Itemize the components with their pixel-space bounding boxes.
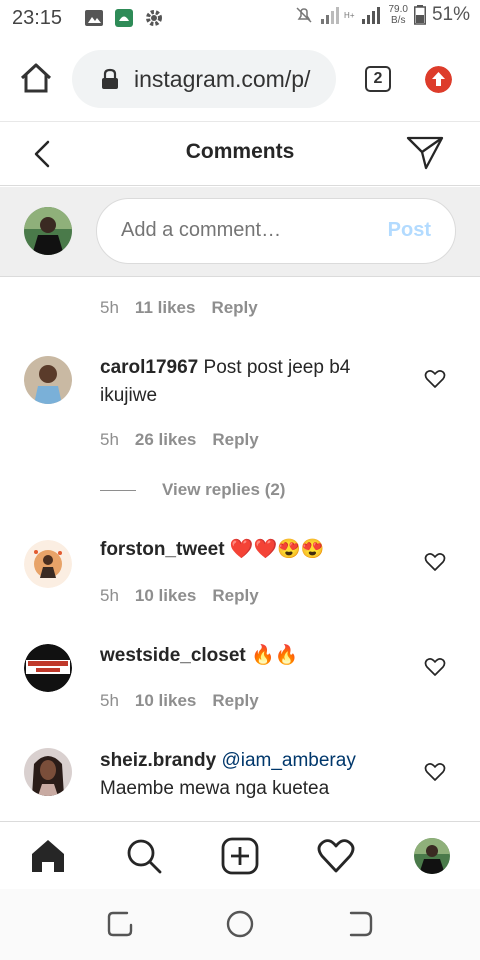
comment-username[interactable]: westside_closet	[100, 645, 246, 666]
update-icon[interactable]	[425, 66, 452, 93]
home-icon[interactable]	[18, 60, 54, 96]
gallery-icon	[85, 10, 103, 26]
comment-likes[interactable]: 11 likes	[135, 298, 196, 318]
net-speed: 79.0 B/s	[388, 4, 408, 26]
back-nav-icon[interactable]	[345, 909, 375, 939]
profile-tab-avatar[interactable]	[414, 838, 450, 874]
add-comment-bar: Post	[0, 187, 480, 277]
view-replies-button[interactable]: View replies (2)	[100, 480, 285, 500]
reply-button[interactable]: Reply	[212, 586, 258, 606]
home-circle-icon[interactable]	[225, 909, 255, 939]
avatar[interactable]	[24, 540, 72, 588]
reply-button[interactable]: Reply	[212, 430, 258, 450]
like-heart-icon[interactable]	[424, 762, 446, 782]
comment-body: ❤️❤️😍😍	[229, 539, 325, 560]
comment-time: 5h	[100, 691, 119, 710]
comments-header: Comments	[0, 122, 480, 186]
reply-button[interactable]: Reply	[212, 691, 258, 711]
comment-body: 🔥🔥	[251, 645, 299, 666]
view-replies-label: View replies (2)	[162, 480, 286, 499]
reply-button[interactable]: Reply	[211, 298, 257, 318]
comment-username[interactable]: sheiz.brandy	[100, 750, 216, 771]
browser-toolbar: instagram.com/p/ 2	[0, 38, 480, 122]
comment-meta: 5h 10 likes Reply	[100, 586, 259, 606]
comment-username[interactable]: forston_tweet	[100, 539, 225, 560]
comment-body: Maembe mewa nga kuetea	[100, 778, 330, 799]
activity-heart-icon[interactable]	[316, 836, 356, 876]
own-avatar	[24, 207, 72, 255]
comment-likes[interactable]: 10 likes	[135, 586, 196, 606]
comment-input-box[interactable]: Post	[96, 198, 456, 264]
comment-likes[interactable]: 26 likes	[135, 430, 196, 450]
battery-percent: 51%	[431, 4, 470, 25]
android-debug-icon	[115, 9, 133, 27]
system-navigation-bar	[0, 889, 480, 960]
lock-icon	[102, 68, 118, 89]
home-tab-icon[interactable]	[28, 836, 68, 876]
network-type-label: H+	[344, 10, 355, 20]
tab-switcher-button[interactable]: 2	[365, 66, 391, 92]
divider-line	[100, 489, 136, 491]
comment-text: carol17967 Post post jeep b4 ikujiwe	[100, 354, 400, 410]
battery-icon	[413, 5, 426, 25]
comment-text: forston_tweet ❤️❤️😍😍	[100, 536, 400, 564]
comment-meta: 5h 26 likes Reply	[100, 430, 259, 450]
comment-username[interactable]: carol17967	[100, 357, 198, 378]
comment-time: 5h	[100, 298, 119, 317]
search-icon[interactable]	[124, 836, 164, 876]
comments-list: 5h 11 likes Reply carol17967 Post post j…	[0, 278, 480, 821]
direct-share-icon[interactable]	[406, 135, 444, 171]
new-post-icon[interactable]	[220, 836, 260, 876]
comment-text: sheiz.brandy @iam_amberay Maembe mewa ng…	[100, 747, 400, 803]
comment-input[interactable]	[121, 219, 361, 242]
comment-time: 5h	[100, 586, 119, 605]
comment-time: 5h	[100, 430, 119, 449]
settings-gear-icon	[146, 10, 162, 26]
like-heart-icon[interactable]	[424, 657, 446, 677]
bottom-tab-bar	[0, 821, 480, 889]
signal-icon-2	[361, 7, 380, 24]
comment-meta: 5h 10 likes Reply	[100, 691, 259, 711]
mute-icon	[296, 7, 312, 23]
post-button[interactable]: Post	[388, 219, 431, 242]
comment-text: westside_closet 🔥🔥	[100, 642, 400, 670]
signal-icon	[321, 7, 340, 24]
url-text: instagram.com/p/	[134, 65, 311, 92]
url-bar[interactable]: instagram.com/p/	[72, 50, 336, 108]
recent-apps-icon[interactable]	[105, 909, 135, 939]
comment-meta: 5h 11 likes Reply	[100, 298, 258, 318]
comment-likes[interactable]: 10 likes	[135, 691, 196, 711]
like-heart-icon[interactable]	[424, 369, 446, 389]
avatar[interactable]	[24, 356, 72, 404]
comment-mention-link[interactable]: @iam_amberay	[221, 750, 355, 771]
like-heart-icon[interactable]	[424, 552, 446, 572]
status-bar: 23:15 H+ 79.0 B/s 51%	[0, 0, 480, 38]
avatar[interactable]	[24, 644, 72, 692]
avatar[interactable]	[24, 748, 72, 796]
status-time: 23:15	[12, 7, 63, 29]
